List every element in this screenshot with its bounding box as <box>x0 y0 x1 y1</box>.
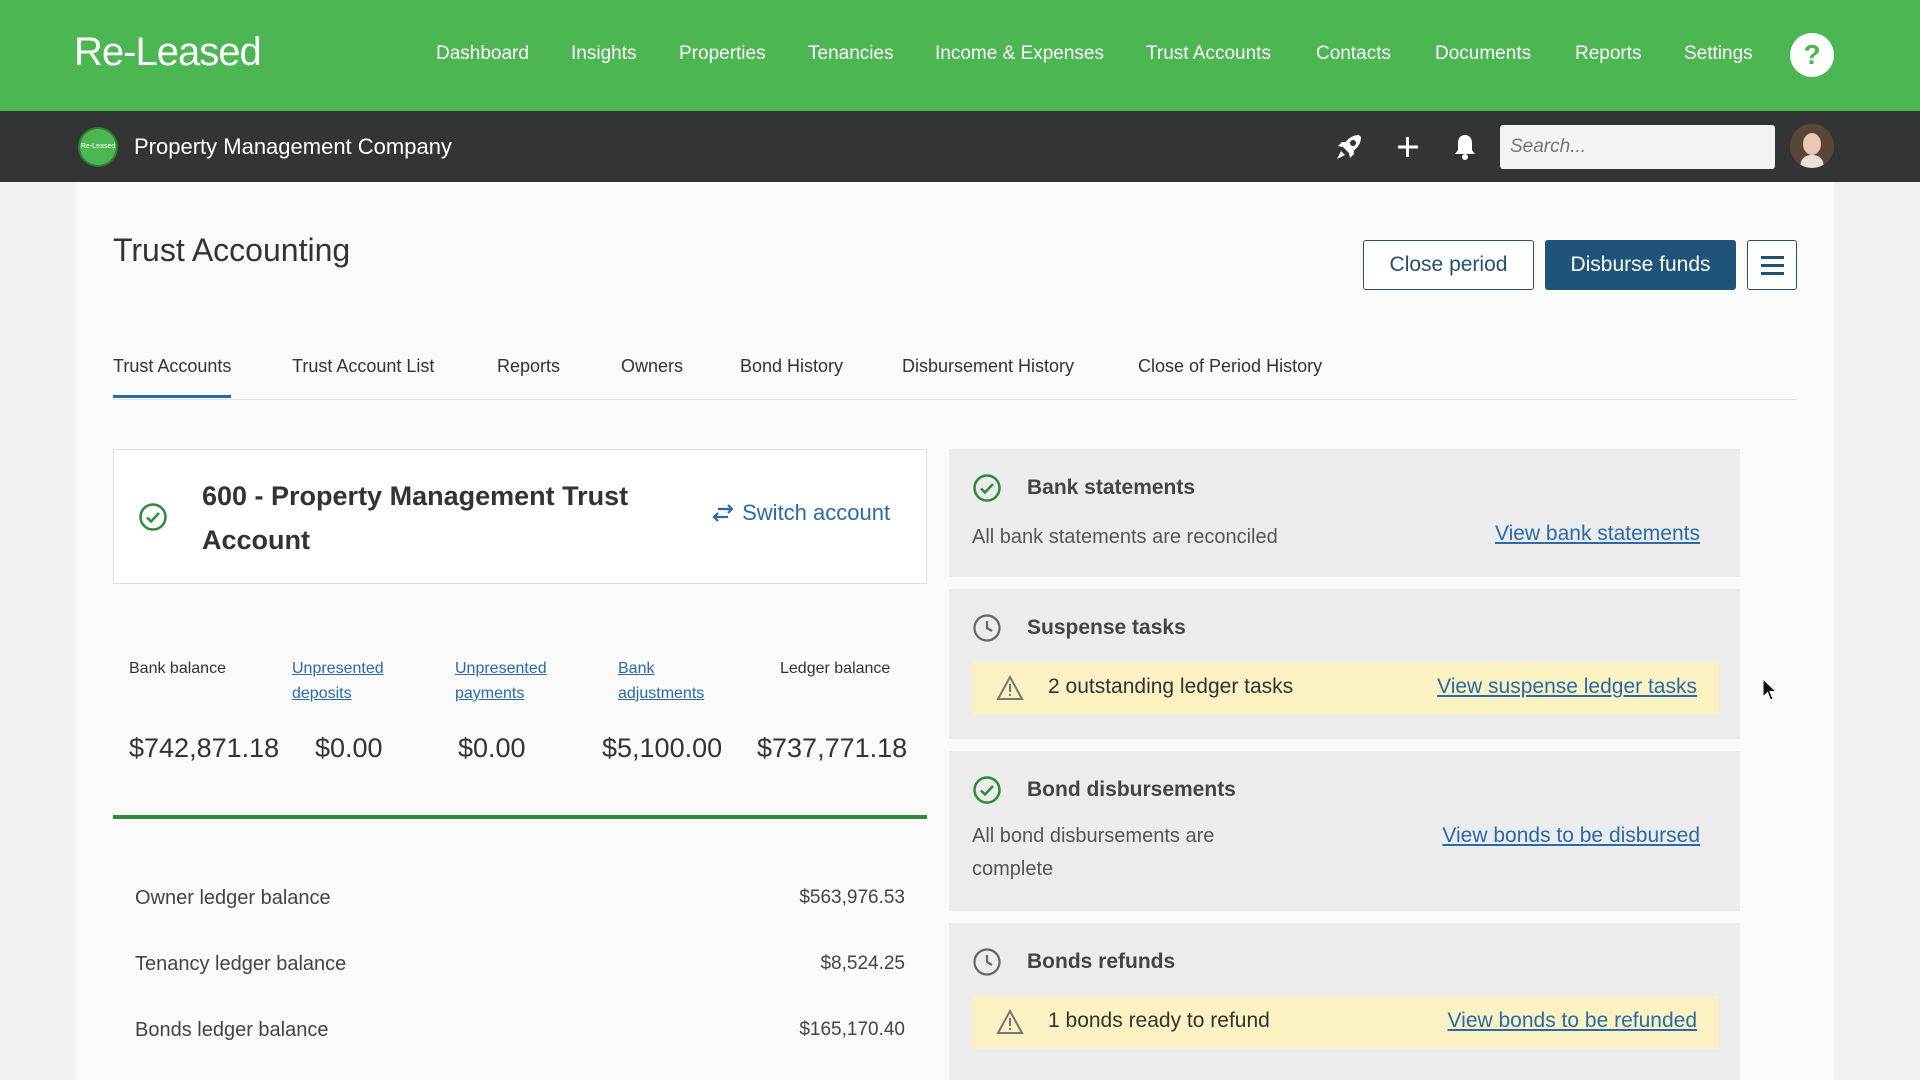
panel-title: Bond disbursements <box>1027 778 1236 801</box>
panel-title: Suspense tasks <box>1027 616 1186 639</box>
company-bar: Re-Leased Property Management Company <box>0 111 1920 182</box>
tab-disbursement-history[interactable]: Disbursement History <box>902 356 1074 377</box>
panel-title: Bonds refunds <box>1027 950 1176 973</box>
nav-settings[interactable]: Settings <box>1684 43 1753 65</box>
company-name[interactable]: Property Management Company <box>134 134 452 160</box>
check-circle-icon <box>139 503 167 531</box>
bank-adjustments-link[interactable]: Bank adjustments <box>618 656 704 706</box>
warning-icon <box>996 675 1024 700</box>
search-input[interactable] <box>1500 125 1775 169</box>
nav-dashboard[interactable]: Dashboard <box>436 43 529 65</box>
bank-balance-label: Bank balance <box>129 660 226 677</box>
nav-contacts[interactable]: Contacts <box>1316 43 1391 65</box>
nav-insights[interactable]: Insights <box>571 43 636 65</box>
unpresented-payments-value: $0.00 <box>458 733 526 763</box>
check-circle-icon <box>973 474 1001 502</box>
bank-balance-value: $742,871.18 <box>129 733 280 763</box>
nav-tenancies[interactable]: Tenancies <box>808 43 894 65</box>
nav-income-expenses[interactable]: Income & Expenses <box>935 43 1104 65</box>
view-bonds-to-be-disbursed-link[interactable]: View bonds to be disbursed <box>1442 824 1700 848</box>
bond-disbursements-panel: Bond disbursements All bond disbursement… <box>949 751 1740 911</box>
nav-properties[interactable]: Properties <box>679 43 766 65</box>
panel-status-text: All bond disbursements are complete <box>972 825 1215 880</box>
warning-text: 2 outstanding ledger tasks <box>1048 675 1294 698</box>
clock-icon <box>973 948 1001 976</box>
switch-account-button[interactable]: Switch account <box>710 500 890 526</box>
account-card: 600 - Property Management Trust Account … <box>113 449 927 584</box>
tab-trust-account-list[interactable]: Trust Account List <box>292 356 434 377</box>
panel-title: Bank statements <box>1027 476 1196 499</box>
divider <box>113 815 927 819</box>
mouse-cursor-icon <box>1762 678 1778 701</box>
nav-documents[interactable]: Documents <box>1435 43 1531 65</box>
hamburger-icon <box>1761 256 1784 259</box>
view-bank-statements-link[interactable]: View bank statements <box>1495 522 1700 546</box>
user-photo-icon <box>1790 124 1834 168</box>
brand-logo[interactable]: Re-Leased <box>74 30 262 75</box>
bank-adjustments-value: $5,100.00 <box>602 733 723 763</box>
avatar[interactable] <box>1790 124 1834 168</box>
ledger-row-tenancy: Tenancy ledger balance $8,524.25 <box>135 953 905 975</box>
tab-bar: Trust Accounts Trust Account List Report… <box>113 342 1797 400</box>
panel-status-text: All bank statements are reconciled <box>972 526 1278 548</box>
page-content: Trust Accounting Close period Disburse f… <box>76 182 1834 1080</box>
page-title: Trust Accounting <box>113 232 351 268</box>
suspense-tasks-panel: Suspense tasks 2 outstanding ledger task… <box>949 589 1740 739</box>
unpresented-payments-link[interactable]: Unpresented payments <box>455 656 547 706</box>
account-title: 600 - Property Management Trust Account <box>202 481 629 555</box>
bell-icon[interactable] <box>1449 131 1481 163</box>
ledger-balance-label: Ledger balance <box>780 660 891 677</box>
warning-banner: 2 outstanding ledger tasks View suspense… <box>972 662 1719 715</box>
warning-icon <box>996 1009 1024 1034</box>
more-menu-button[interactable] <box>1747 240 1797 290</box>
warning-banner: 1 bonds ready to refund View bonds to be… <box>972 996 1719 1049</box>
tab-trust-accounts[interactable]: Trust Accounts <box>113 356 232 398</box>
bonds-refunds-panel: Bonds refunds 1 bonds ready to refund Vi… <box>949 923 1740 1080</box>
tab-bond-history[interactable]: Bond History <box>740 356 843 377</box>
swap-arrows-icon <box>712 504 734 522</box>
help-icon[interactable]: ? <box>1790 33 1834 77</box>
company-logo: Re-Leased <box>78 127 118 167</box>
top-nav: Re-Leased Dashboard Insights Properties … <box>0 0 1920 111</box>
check-circle-icon <box>973 776 1001 804</box>
clock-icon <box>973 614 1001 642</box>
rocket-icon[interactable] <box>1333 131 1365 163</box>
tab-owners[interactable]: Owners <box>621 356 683 377</box>
nav-reports[interactable]: Reports <box>1575 43 1642 65</box>
view-suspense-ledger-tasks-link[interactable]: View suspense ledger tasks <box>1437 675 1697 699</box>
nav-trust-accounts[interactable]: Trust Accounts <box>1146 43 1271 65</box>
bank-statements-panel: Bank statements All bank statements are … <box>949 449 1740 577</box>
plus-icon[interactable] <box>1392 131 1424 163</box>
ledger-row-owner: Owner ledger balance $563,976.53 <box>135 887 905 909</box>
disburse-funds-button[interactable]: Disburse funds <box>1545 240 1736 290</box>
ledger-balance-value: $737,771.18 <box>757 733 908 763</box>
switch-account-label: Switch account <box>742 500 891 525</box>
warning-text: 1 bonds ready to refund <box>1048 1009 1270 1032</box>
view-bonds-to-be-refunded-link[interactable]: View bonds to be refunded <box>1448 1009 1697 1033</box>
close-period-button[interactable]: Close period <box>1363 240 1534 290</box>
unpresented-deposits-link[interactable]: Unpresented deposits <box>292 656 384 706</box>
unpresented-deposits-value: $0.00 <box>315 733 383 763</box>
tab-reports[interactable]: Reports <box>497 356 560 377</box>
tab-close-of-period-history[interactable]: Close of Period History <box>1138 356 1322 377</box>
ledger-row-bonds: Bonds ledger balance $165,170.40 <box>135 1019 905 1041</box>
